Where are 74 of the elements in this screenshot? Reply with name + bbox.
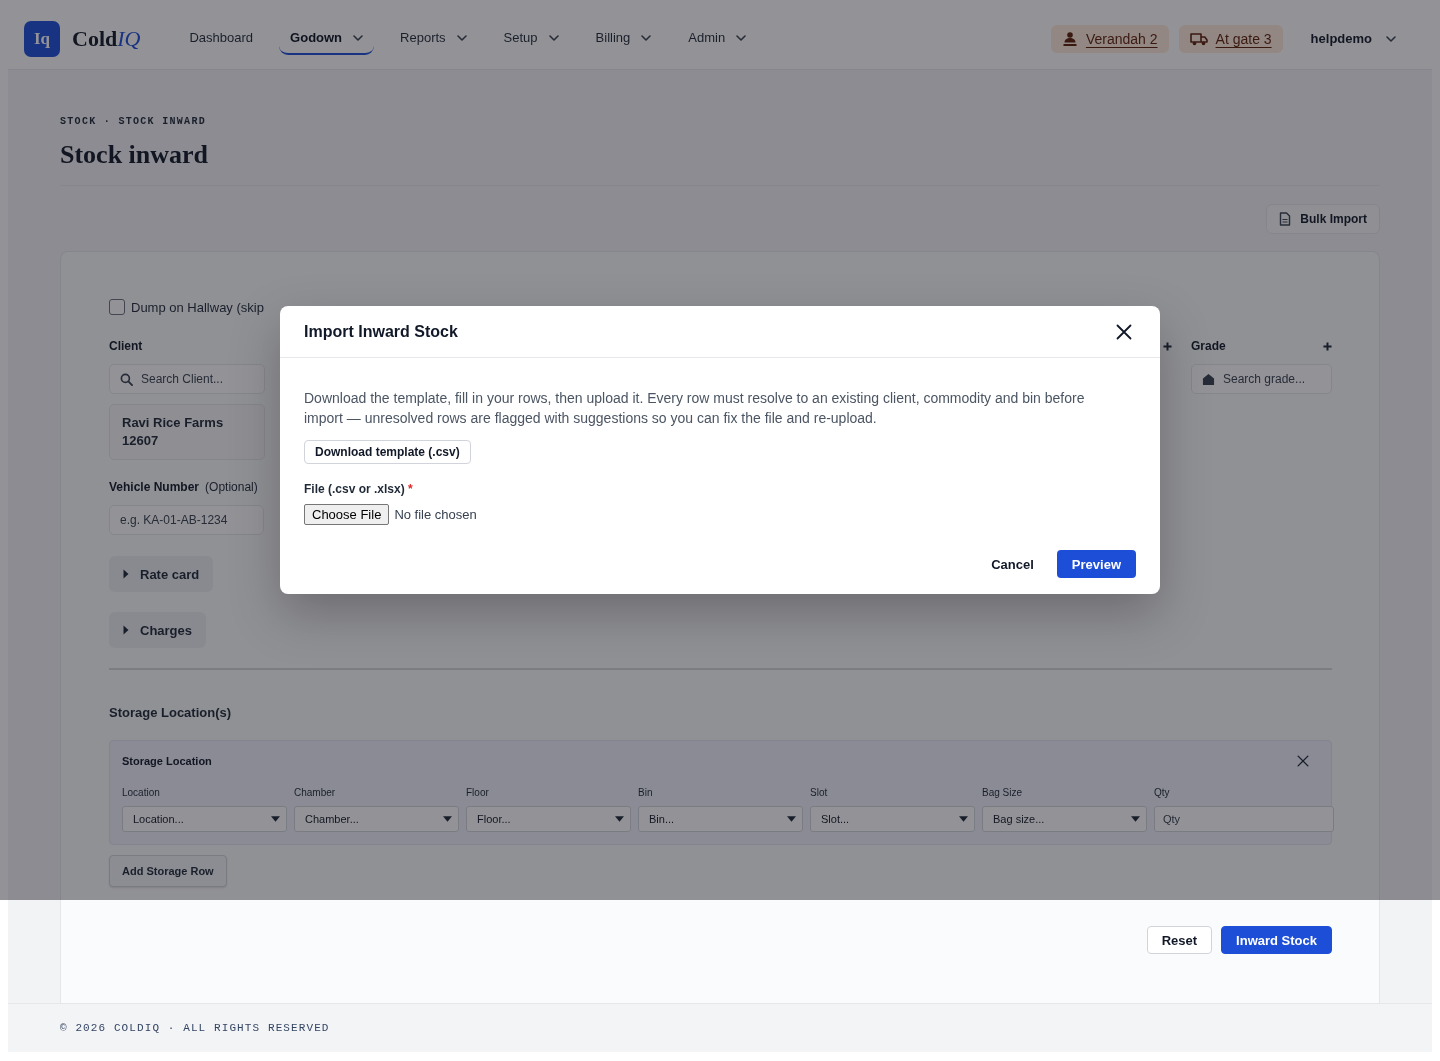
dropdown-field[interactable]: Bag size... (982, 806, 1147, 832)
dropdown-field[interactable]: Floor... (466, 806, 631, 832)
reset-button[interactable]: Reset (1146, 926, 1213, 954)
pentagon-icon (1202, 373, 1215, 386)
section-heading: Storage Location(s) (109, 704, 233, 722)
checkbox-label: Dump on Hallway (skip (131, 299, 264, 315)
field-label: Bin (638, 787, 654, 799)
dropdown-field[interactable]: Chamber... (294, 806, 459, 832)
add-button[interactable] (1323, 341, 1332, 351)
plus-icon (1163, 341, 1172, 351)
add-button[interactable] (1163, 341, 1172, 351)
bulk-import-button[interactable]: Bulk Import (1266, 204, 1380, 234)
choose-file-button[interactable]: Choose File (304, 504, 390, 525)
search-field[interactable]: Search grade... (1191, 364, 1332, 394)
nav-link[interactable]: Billing (584, 22, 663, 55)
nav-link[interactable]: Setup (492, 22, 570, 55)
cancel-button[interactable]: Cancel (983, 550, 1042, 578)
status-badge[interactable]: Verandah 2 (1050, 24, 1169, 53)
preview-button[interactable]: Preview (1056, 550, 1136, 578)
download-template-button[interactable]: Download template (.csv) (304, 440, 471, 464)
field-hint: (Optional) (205, 480, 258, 494)
search-icon (120, 373, 133, 386)
chevron-down-icon (1386, 35, 1396, 42)
nav-link[interactable]: Reports (389, 22, 478, 55)
field-label: Client (109, 339, 143, 353)
client-code: 12607 (122, 432, 160, 450)
dialog-title: Import Inward Stock (304, 322, 458, 341)
nav-link[interactable]: Dashboard (178, 22, 265, 55)
field-label: Chamber (294, 787, 337, 799)
text-field[interactable]: Qty (1154, 806, 1334, 832)
remove-button[interactable] (1297, 755, 1309, 767)
panel-title: Storage Location (122, 755, 212, 767)
caret-icon (271, 816, 280, 822)
nav-link[interactable]: Admin (677, 22, 758, 55)
field-label: Slot (810, 787, 829, 799)
add-row-button[interactable]: Add Storage Row (109, 855, 227, 887)
file-status-text: No file chosen (394, 507, 477, 522)
field-label: Floor (466, 787, 490, 799)
page-title: Stock inward (60, 140, 210, 170)
submit-button[interactable]: Inward Stock (1221, 926, 1332, 954)
checkbox[interactable] (109, 299, 125, 315)
dialog-description: Download the template, fill in your rows, then upload it. Every row must resolve to an existing client, commodity and bin before import — unresolved rows are flagged with suggestions so you can fix the file and re-upload. (304, 389, 1086, 428)
copyright-text: © 2026 COLDIQ · ALL RIGHTS RESERVED (60, 1022, 330, 1034)
caret-icon (959, 816, 968, 822)
dropdown-field[interactable]: Location... (122, 806, 287, 832)
field-label: Bag Size (982, 787, 1024, 799)
user-menu-button[interactable]: helpdemo (1306, 27, 1400, 50)
client-name: Ravi Rice Farms (122, 414, 225, 432)
logo-text: ColdIQ (72, 25, 141, 52)
logo-mark: Iq (24, 20, 60, 57)
breadcrumb: STOCK · STOCK INWARD (60, 116, 208, 128)
dropdown-field[interactable]: Bin... (638, 806, 803, 832)
caret-icon (1131, 816, 1140, 822)
field-label: Qty (1154, 787, 1171, 799)
nav-link[interactable]: Godown (279, 22, 375, 55)
close-icon (1116, 323, 1132, 340)
person-icon (1061, 30, 1078, 47)
caret-icon (615, 816, 624, 822)
field-label: Grade (1191, 339, 1226, 353)
search-field[interactable]: Search Client... (109, 364, 265, 394)
collapsible-button[interactable]: Charges (109, 612, 207, 648)
truck-icon (1189, 31, 1208, 46)
caret-icon (443, 816, 452, 822)
dropdown-field[interactable]: Slot... (810, 806, 975, 832)
field-label: Location (122, 787, 161, 799)
text-field[interactable]: e.g. KA-01-AB-1234 (109, 505, 264, 535)
status-badge[interactable]: At gate 3 (1178, 24, 1283, 53)
plus-icon (1323, 341, 1332, 351)
field-label: File (.csv or .xlsx) * (304, 481, 413, 497)
collapsible-button[interactable]: Rate card (109, 556, 214, 592)
document-icon (1279, 212, 1292, 226)
caret-icon (787, 816, 796, 822)
field-label: Vehicle Number (109, 480, 200, 494)
close-icon (1297, 755, 1309, 767)
